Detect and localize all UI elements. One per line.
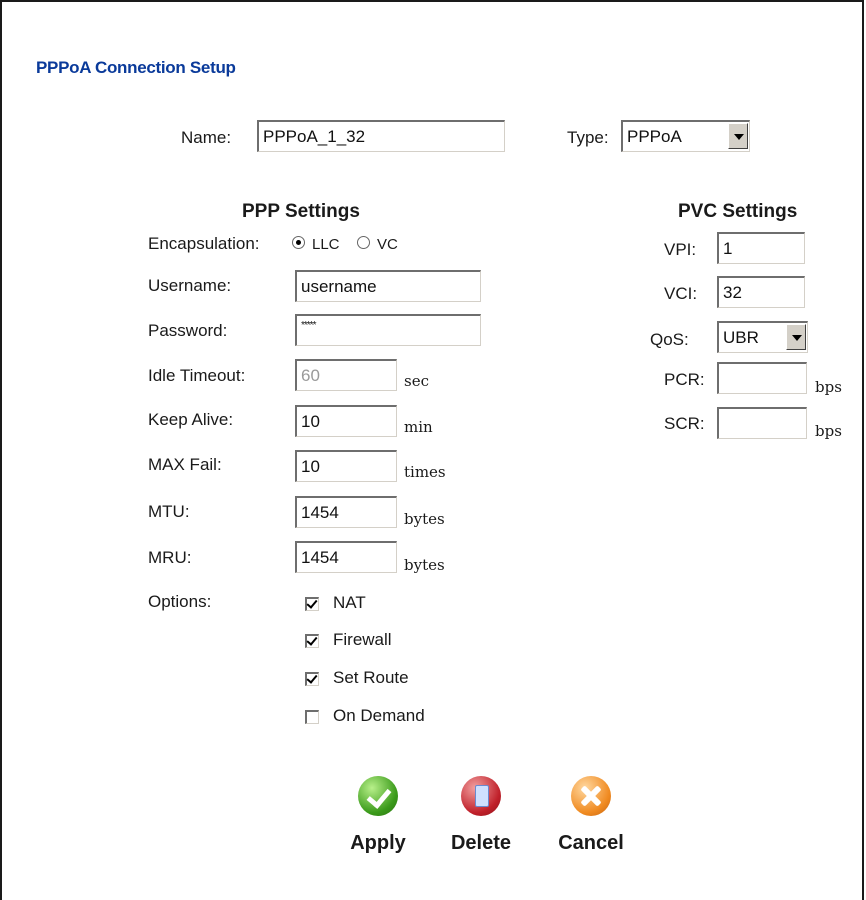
encapsulation-label: Encapsulation: bbox=[148, 234, 260, 253]
scr-input[interactable] bbox=[717, 407, 807, 439]
encapsulation-vc-radio[interactable] bbox=[357, 236, 370, 249]
mtu-input[interactable]: 1454 bbox=[295, 496, 397, 528]
vci-input[interactable]: 32 bbox=[717, 276, 805, 308]
pcr-input[interactable] bbox=[717, 362, 807, 394]
chevron-down-icon[interactable] bbox=[728, 123, 748, 149]
qos-select-value: UBR bbox=[723, 328, 759, 347]
nat-checkbox[interactable] bbox=[305, 597, 319, 611]
firewall-checkbox[interactable] bbox=[305, 634, 319, 648]
qos-label: QoS: bbox=[650, 330, 689, 349]
on-demand-label: On Demand bbox=[333, 706, 425, 725]
idle-timeout-label: Idle Timeout: bbox=[148, 366, 246, 385]
scr-unit: bps bbox=[815, 422, 842, 440]
page-title: PPPoA Connection Setup bbox=[36, 58, 236, 77]
cancel-button-label[interactable]: Cancel bbox=[546, 832, 636, 855]
max-fail-input[interactable]: 10 bbox=[295, 450, 397, 482]
password-input[interactable]: ***** bbox=[295, 314, 481, 346]
apply-button-label[interactable]: Apply bbox=[333, 832, 423, 855]
mru-unit: bytes bbox=[404, 556, 445, 574]
name-input[interactable]: PPPoA_1_32 bbox=[257, 120, 505, 152]
cancel-button[interactable]: Cancel bbox=[546, 776, 636, 855]
trash-icon[interactable] bbox=[461, 776, 501, 816]
delete-button[interactable]: Delete bbox=[436, 776, 526, 855]
max-fail-unit: times bbox=[404, 463, 446, 481]
vci-label: VCI: bbox=[664, 284, 698, 303]
max-fail-label: MAX Fail: bbox=[148, 455, 222, 474]
nat-label: NAT bbox=[333, 593, 366, 612]
type-select-value: PPPoA bbox=[627, 127, 682, 146]
username-label: Username: bbox=[148, 276, 232, 295]
encapsulation-vc-label: VC bbox=[377, 236, 398, 253]
pcr-label: PCR: bbox=[664, 370, 705, 389]
keep-alive-unit: min bbox=[404, 418, 433, 436]
on-demand-checkbox[interactable] bbox=[305, 710, 319, 724]
apply-button[interactable]: Apply bbox=[333, 776, 423, 855]
encapsulation-llc-radio[interactable] bbox=[292, 236, 305, 249]
firewall-label: Firewall bbox=[333, 630, 392, 649]
idle-timeout-input[interactable]: 60 bbox=[295, 359, 397, 391]
pvc-settings-heading: PVC Settings bbox=[678, 201, 798, 222]
ppp-settings-heading: PPP Settings bbox=[242, 201, 360, 222]
username-input[interactable]: username bbox=[295, 270, 481, 302]
set-route-label: Set Route bbox=[333, 668, 409, 687]
name-label: Name: bbox=[181, 128, 232, 147]
set-route-checkbox[interactable] bbox=[305, 672, 319, 686]
mtu-label: MTU: bbox=[148, 502, 190, 521]
qos-select[interactable]: UBR bbox=[717, 321, 808, 353]
close-icon[interactable] bbox=[571, 776, 611, 816]
mtu-unit: bytes bbox=[404, 510, 445, 528]
vpi-input[interactable]: 1 bbox=[717, 232, 805, 264]
keep-alive-input[interactable]: 10 bbox=[295, 405, 397, 437]
delete-button-label[interactable]: Delete bbox=[436, 832, 526, 855]
mru-label: MRU: bbox=[148, 548, 192, 567]
mru-input[interactable]: 1454 bbox=[295, 541, 397, 573]
type-select[interactable]: PPPoA bbox=[621, 120, 750, 152]
vpi-label: VPI: bbox=[664, 240, 697, 259]
check-icon[interactable] bbox=[358, 776, 398, 816]
type-label: Type: bbox=[567, 128, 609, 147]
encapsulation-llc-label: LLC bbox=[312, 236, 340, 253]
scr-label: SCR: bbox=[664, 414, 705, 433]
pcr-unit: bps bbox=[815, 378, 842, 396]
keep-alive-label: Keep Alive: bbox=[148, 410, 234, 429]
password-label: Password: bbox=[148, 321, 228, 340]
options-label: Options: bbox=[148, 592, 212, 611]
idle-timeout-unit: sec bbox=[404, 372, 429, 390]
chevron-down-icon[interactable] bbox=[786, 324, 806, 350]
